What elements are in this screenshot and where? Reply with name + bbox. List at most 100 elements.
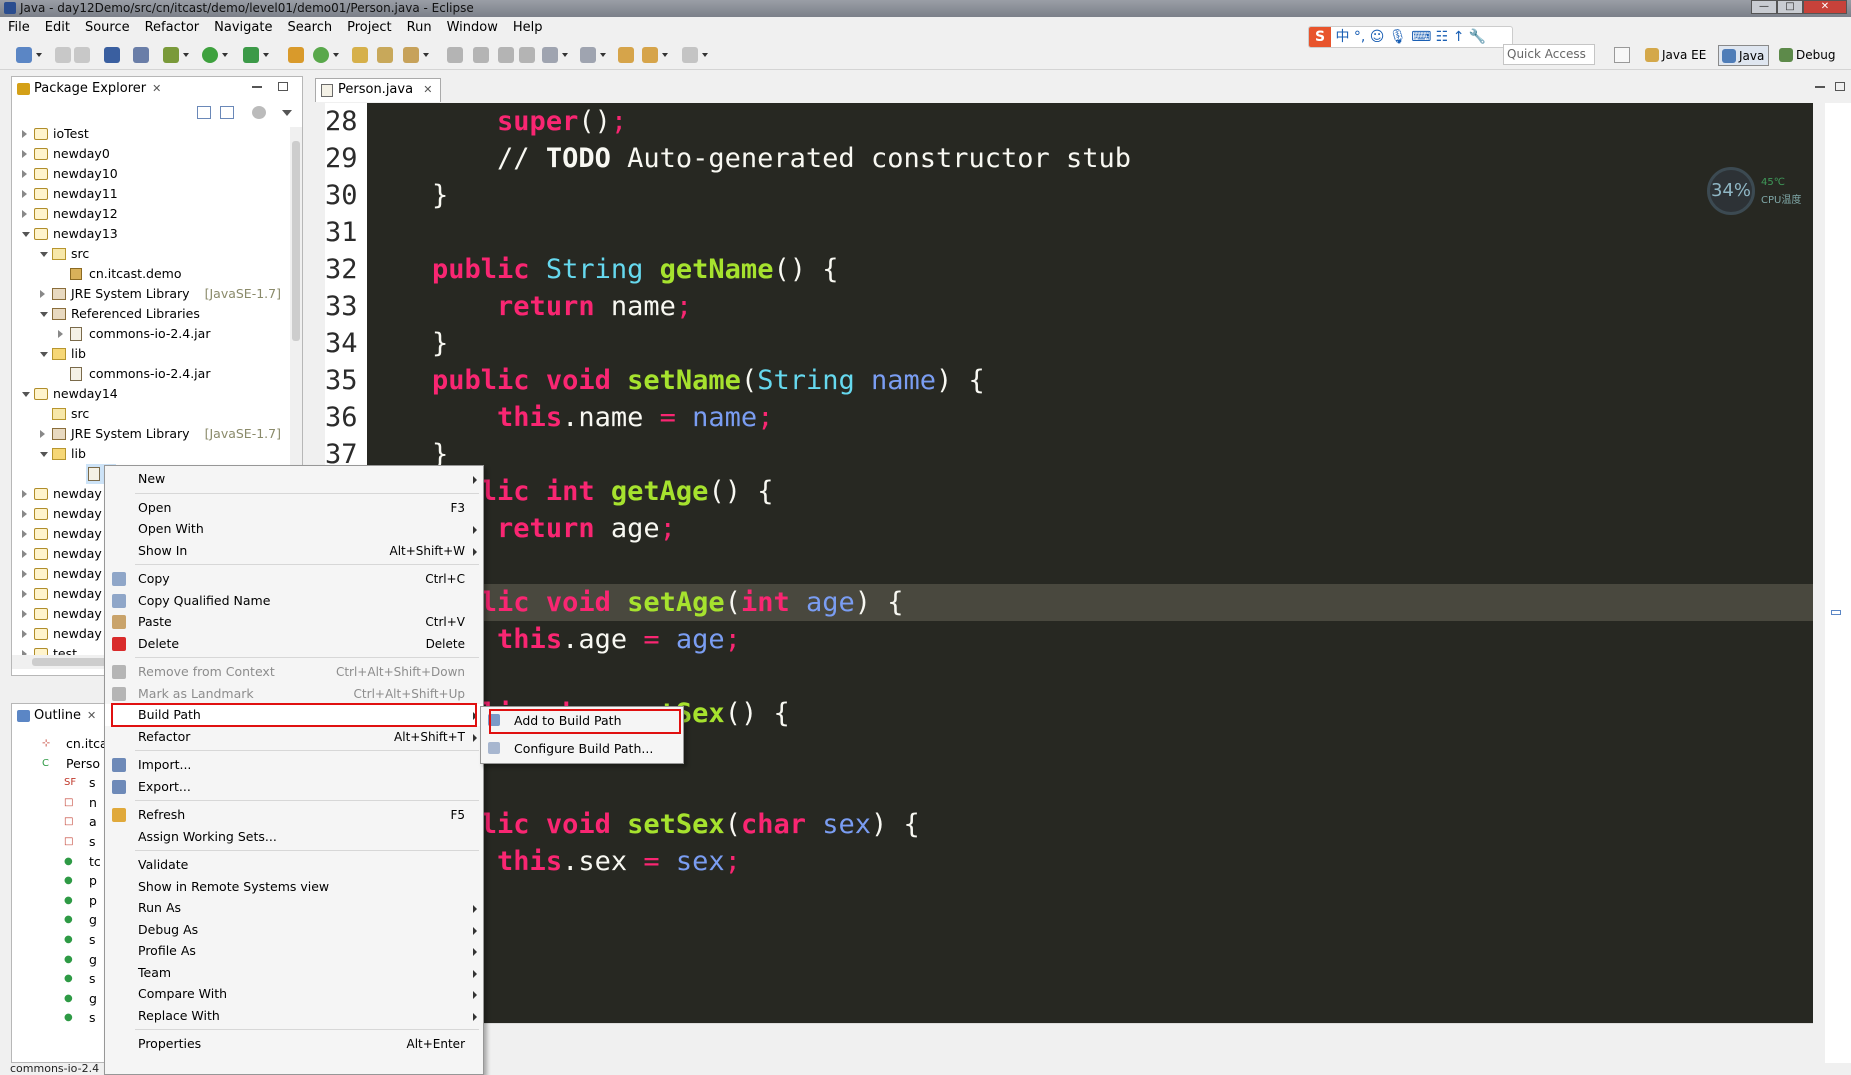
skip-breakpoints-icon[interactable] bbox=[133, 47, 149, 63]
toggle-mark-icon[interactable] bbox=[473, 47, 489, 63]
collapse-arrow-icon[interactable] bbox=[22, 210, 27, 218]
tree-scroll-thumb[interactable] bbox=[292, 141, 300, 341]
menu-search[interactable]: Search bbox=[279, 17, 339, 39]
expand-arrow-icon[interactable] bbox=[22, 392, 30, 397]
collapse-arrow-icon[interactable] bbox=[40, 430, 45, 438]
block-selection-icon[interactable] bbox=[498, 47, 514, 63]
new-java-project-icon[interactable] bbox=[288, 47, 304, 63]
outline-item[interactable]: ● s bbox=[12, 969, 96, 989]
perspective-java[interactable]: Java bbox=[1718, 45, 1770, 66]
close-view-icon[interactable]: ✕ bbox=[152, 82, 161, 95]
menu-edit[interactable]: Edit bbox=[37, 17, 77, 39]
open-perspective-icon[interactable] bbox=[1614, 47, 1630, 63]
show-whitespace-icon[interactable] bbox=[519, 47, 535, 63]
menu-item-open-with[interactable]: Open With bbox=[105, 518, 483, 540]
menu-item-export[interactable]: Export... bbox=[105, 776, 483, 798]
menu-window[interactable]: Window bbox=[439, 17, 505, 39]
tree-item[interactable]: src bbox=[12, 404, 288, 424]
expand-arrow-icon[interactable] bbox=[40, 352, 48, 357]
editor-vertical-scrollbar[interactable] bbox=[1813, 103, 1825, 1023]
menu-item-show-in[interactable]: Show In Alt+Shift+W bbox=[105, 540, 483, 562]
collapse-arrow-icon[interactable] bbox=[22, 630, 27, 638]
menu-item-new[interactable]: New bbox=[105, 468, 483, 490]
menu-navigate[interactable]: Navigate bbox=[206, 17, 279, 39]
tree-item[interactable]: newday10 bbox=[12, 164, 288, 184]
menu-item-mark-as-landmark[interactable]: Mark as Landmark Ctrl+Alt+Shift+Up bbox=[105, 683, 483, 705]
outline-item[interactable]: ● g bbox=[12, 989, 97, 1009]
collapse-arrow-icon[interactable] bbox=[22, 510, 27, 518]
submenu-item-add-to-build-path[interactable]: Add to Build Path bbox=[481, 709, 683, 734]
close-window-button[interactable]: ✕ bbox=[1803, 0, 1847, 14]
outline-tab[interactable]: Outline ✕ bbox=[12, 704, 97, 728]
outline-item[interactable]: ● s bbox=[12, 930, 96, 950]
menu-item-profile-as[interactable]: Profile As bbox=[105, 940, 483, 962]
outline-item[interactable]: ● tc bbox=[12, 852, 101, 872]
collapse-arrow-icon[interactable] bbox=[22, 130, 27, 138]
menu-run[interactable]: Run bbox=[399, 17, 439, 39]
menu-item-copy[interactable]: Copy Ctrl+C bbox=[105, 568, 483, 590]
maximize-view-icon[interactable] bbox=[278, 82, 288, 91]
collapse-arrow-icon[interactable] bbox=[22, 570, 27, 578]
menu-item-run-as[interactable]: Run As bbox=[105, 897, 483, 919]
minimize-view-icon[interactable] bbox=[252, 86, 262, 88]
close-editor-icon[interactable]: ✕ bbox=[423, 83, 432, 96]
last-edit-icon[interactable] bbox=[618, 47, 634, 63]
outline-item[interactable]: □ n bbox=[12, 793, 97, 813]
tree-item[interactable]: commons-io-2.4.jar bbox=[12, 324, 288, 344]
save-all-icon[interactable] bbox=[74, 47, 90, 63]
menu-item-copy-qualified-name[interactable]: Copy Qualified Name bbox=[105, 590, 483, 612]
new-class-icon[interactable] bbox=[313, 47, 329, 63]
ime-status-icons[interactable]: 中 °, ☺ 🎙 ⌨ ☷ ↑ 🔧 bbox=[1335, 29, 1486, 45]
perspective-java-ee[interactable]: Java EE bbox=[1642, 45, 1710, 66]
collapse-arrow-icon[interactable] bbox=[22, 590, 27, 598]
package-explorer-tab[interactable]: Package Explorer ✕ bbox=[12, 77, 162, 101]
outline-item[interactable]: C Perso bbox=[12, 754, 100, 774]
code-editor[interactable]: super(); // TODO Auto-generated construc… bbox=[367, 103, 1813, 1023]
save-icon[interactable] bbox=[55, 47, 71, 63]
perspective-debug[interactable]: Debug bbox=[1776, 45, 1839, 66]
new-wizard-icon[interactable] bbox=[16, 47, 32, 63]
tree-item[interactable]: newday11 bbox=[12, 184, 288, 204]
debug-icon[interactable] bbox=[163, 47, 179, 63]
tree-item[interactable]: JRE System Library [JavaSE-1.7] bbox=[12, 284, 288, 304]
expand-arrow-icon[interactable] bbox=[40, 252, 48, 257]
tree-item[interactable]: src bbox=[12, 244, 288, 264]
close-outline-icon[interactable]: ✕ bbox=[87, 709, 96, 722]
tree-item[interactable]: newday12 bbox=[12, 204, 288, 224]
menu-item-team[interactable]: Team bbox=[105, 962, 483, 984]
menu-item-paste[interactable]: Paste Ctrl+V bbox=[105, 611, 483, 633]
collapse-arrow-icon[interactable] bbox=[22, 190, 27, 198]
menu-file[interactable]: File bbox=[0, 17, 37, 39]
menu-item-compare-with[interactable]: Compare With bbox=[105, 983, 483, 1005]
menu-item-open[interactable]: Open F3 bbox=[105, 497, 483, 519]
collapse-all-icon[interactable] bbox=[197, 106, 211, 119]
menu-item-refresh[interactable]: Refresh F5 bbox=[105, 804, 483, 826]
menu-item-import[interactable]: Import... bbox=[105, 754, 483, 776]
run-icon[interactable] bbox=[202, 47, 218, 63]
collapse-arrow-icon[interactable] bbox=[22, 610, 27, 618]
menu-item-remove-from-context[interactable]: Remove from Context Ctrl+Alt+Shift+Down bbox=[105, 661, 483, 683]
quick-access-field[interactable]: Quick Access bbox=[1503, 44, 1595, 65]
maximize-button[interactable]: □ bbox=[1777, 0, 1803, 14]
outline-item[interactable]: ● g bbox=[12, 910, 97, 930]
menu-item-assign-working-sets[interactable]: Assign Working Sets... bbox=[105, 826, 483, 848]
overview-marker[interactable] bbox=[1831, 610, 1841, 615]
tree-item[interactable]: JRE System Library [JavaSE-1.7] bbox=[12, 424, 288, 444]
menu-help[interactable]: Help bbox=[505, 17, 550, 39]
editor-tab-person-java[interactable]: Person.java ✕ bbox=[315, 78, 442, 102]
collapse-arrow-icon[interactable] bbox=[40, 290, 45, 298]
open-task-icon[interactable] bbox=[403, 47, 419, 63]
view-menu-icon[interactable] bbox=[282, 110, 292, 116]
maximize-editor-icon[interactable] bbox=[1835, 82, 1845, 91]
menu-item-delete[interactable]: Delete Delete bbox=[105, 633, 483, 655]
print-icon[interactable] bbox=[104, 47, 120, 63]
minimize-button[interactable]: — bbox=[1751, 0, 1777, 14]
tree-item[interactable]: cn.itcast.demo bbox=[12, 264, 288, 284]
menu-source[interactable]: Source bbox=[77, 17, 137, 39]
submenu-item-configure-build-path[interactable]: Configure Build Path... bbox=[481, 738, 683, 760]
open-type-icon[interactable] bbox=[352, 47, 368, 63]
expand-arrow-icon[interactable] bbox=[40, 312, 48, 317]
editor-horizontal-scrollbar[interactable] bbox=[325, 1023, 1813, 1035]
tree-item[interactable]: lib bbox=[12, 344, 288, 364]
outline-item[interactable]: ● s bbox=[12, 1008, 96, 1028]
